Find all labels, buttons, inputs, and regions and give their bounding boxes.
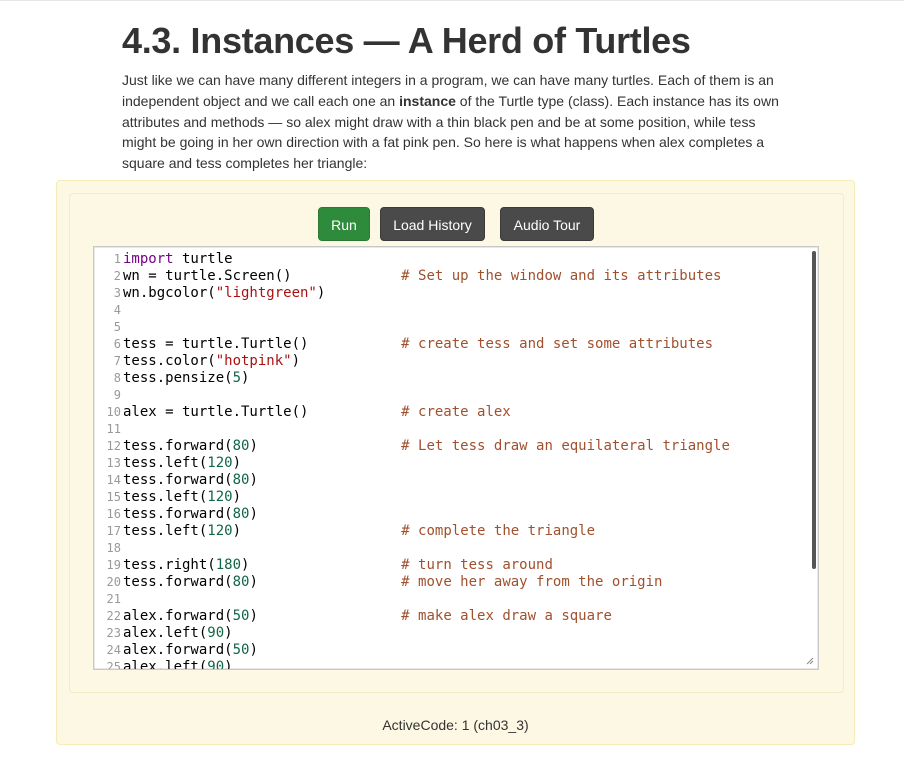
line-number: 16 [106, 507, 121, 521]
code-comment: # complete the triangle [401, 523, 596, 539]
code-line[interactable]: 1 import turtle [94, 251, 804, 268]
code-line[interactable]: 18 [94, 540, 804, 557]
line-number: 11 [106, 422, 121, 436]
code-text[interactable]: alex.forward(50) [123, 642, 258, 659]
line-number: 20 [106, 575, 121, 589]
code-line[interactable]: 9 [94, 387, 804, 404]
code-line[interactable]: 25 alex.left(90) [94, 659, 804, 670]
code-line[interactable]: 2 wn = turtle.Screen() # Set up the windo… [94, 268, 804, 285]
line-number: 22 [106, 609, 121, 623]
code-text[interactable]: tess.color("hotpink") [123, 353, 300, 370]
line-number: 17 [106, 524, 121, 538]
top-divider [0, 0, 904, 1]
code-text[interactable]: tess.forward(80) # Let tess draw an equi… [123, 438, 730, 455]
code-text[interactable]: wn = turtle.Screen() # Set up the window… [123, 268, 721, 285]
line-number: 13 [106, 456, 121, 470]
code-text[interactable]: alex = turtle.Turtle() # create alex [123, 404, 511, 421]
code-text[interactable]: tess.forward(80) [123, 506, 258, 523]
code-text[interactable]: alex.left(90) [123, 625, 233, 642]
code-text[interactable]: tess.left(120) [123, 455, 241, 472]
code-text[interactable]: tess.left(120) [123, 489, 241, 506]
line-number: 12 [106, 439, 121, 453]
code-text[interactable]: tess.right(180) # turn tess around [123, 557, 553, 574]
code-line[interactable]: 23 alex.left(90) [94, 625, 804, 642]
load-history-button[interactable]: Load History [380, 207, 485, 241]
code-line[interactable]: 14 tess.forward(80) [94, 472, 804, 489]
intro-paragraph: Just like we can have many different int… [122, 70, 792, 174]
line-number: 15 [106, 490, 121, 504]
code-text[interactable]: tess.forward(80) # move her away from th… [123, 574, 662, 591]
code-text[interactable]: wn.bgcolor("lightgreen") [123, 285, 325, 302]
code-comment: # make alex draw a square [401, 608, 612, 624]
code-line[interactable]: 19 tess.right(180) # turn tess around [94, 557, 804, 574]
code-line[interactable]: 21 [94, 591, 804, 608]
code-line[interactable]: 4 [94, 302, 804, 319]
code-line[interactable]: 15 tess.left(120) [94, 489, 804, 506]
activecode-toolbar: Run Load History Audio Tour [0, 207, 904, 241]
code-line[interactable]: 10 alex = turtle.Turtle() # create alex [94, 404, 804, 421]
code-line[interactable]: 16 tess.forward(80) [94, 506, 804, 523]
intro-bold-term: instance [399, 92, 456, 109]
line-number: 9 [113, 388, 121, 402]
code-comment: # Set up the window and its attributes [401, 268, 722, 284]
code-comment: # Let tess draw an equilateral triangle [401, 438, 730, 454]
page-content: 4.3. Instances — A Herd of Turtles Just … [122, 14, 792, 174]
code-line[interactable]: 11 [94, 421, 804, 438]
code-line[interactable]: 22 alex.forward(50) # make alex draw a sq… [94, 608, 804, 625]
line-number: 6 [113, 337, 121, 351]
code-text[interactable]: tess.pensize(5) [123, 370, 249, 387]
code-text[interactable]: alex.forward(50) # make alex draw a squa… [123, 608, 612, 625]
line-number: 21 [106, 592, 121, 606]
code-comment: # turn tess around [401, 557, 553, 573]
code-text[interactable]: tess = turtle.Turtle() # create tess and… [123, 336, 713, 353]
line-number: 18 [106, 541, 121, 555]
code-line[interactable]: 7 tess.color("hotpink") [94, 353, 804, 370]
line-number: 2 [113, 269, 121, 283]
line-number: 4 [113, 303, 121, 317]
code-line[interactable]: 8 tess.pensize(5) [94, 370, 804, 387]
audio-tour-button[interactable]: Audio Tour [500, 207, 594, 241]
code-line[interactable]: 12 tess.forward(80) # Let tess draw an eq… [94, 438, 804, 455]
code-line[interactable]: 13 tess.left(120) [94, 455, 804, 472]
code-line[interactable]: 5 [94, 319, 804, 336]
resize-grip-icon[interactable] [806, 657, 814, 665]
code-text[interactable]: tess.forward(80) [123, 472, 258, 489]
line-number: 14 [106, 473, 121, 487]
line-number: 10 [106, 405, 121, 419]
code-text[interactable]: alex.left(90) [123, 659, 233, 669]
page-title: 4.3. Instances — A Herd of Turtles [122, 20, 691, 61]
line-number: 23 [106, 626, 121, 640]
activecode-caption: ActiveCode: 1 (ch03_3) [382, 717, 529, 733]
code-line[interactable]: 20 tess.forward(80) # move her away from … [94, 574, 804, 591]
line-number: 24 [106, 643, 121, 657]
code-comment: # create alex [401, 404, 511, 420]
code-comment: # move her away from the origin [401, 574, 663, 590]
line-number: 5 [113, 320, 121, 334]
run-button[interactable]: Run [318, 207, 370, 241]
line-number: 25 [106, 660, 121, 670]
code-line[interactable]: 3 wn.bgcolor("lightgreen") [94, 285, 804, 302]
code-text[interactable]: tess.left(120) # complete the triangle [123, 523, 595, 540]
code-comment: # create tess and set some attributes [401, 336, 714, 352]
line-number: 19 [106, 558, 121, 572]
line-number: 3 [113, 286, 121, 300]
line-number: 8 [113, 371, 121, 385]
code-line[interactable]: 6 tess = turtle.Turtle() # create tess an… [94, 336, 804, 353]
line-number: 7 [113, 354, 121, 368]
code-line[interactable]: 24 alex.forward(50) [94, 642, 804, 659]
code-text[interactable]: import turtle [123, 251, 233, 268]
code-lines[interactable]: 1 import turtle 2 wn = turtle.Screen() # Se… [94, 251, 804, 670]
code-editor[interactable]: 1 import turtle 2 wn = turtle.Screen() # Se… [93, 246, 819, 670]
editor-scrollbar[interactable] [812, 251, 816, 569]
code-line[interactable]: 17 tess.left(120) # complete the triangle [94, 523, 804, 540]
line-number: 1 [113, 252, 121, 266]
